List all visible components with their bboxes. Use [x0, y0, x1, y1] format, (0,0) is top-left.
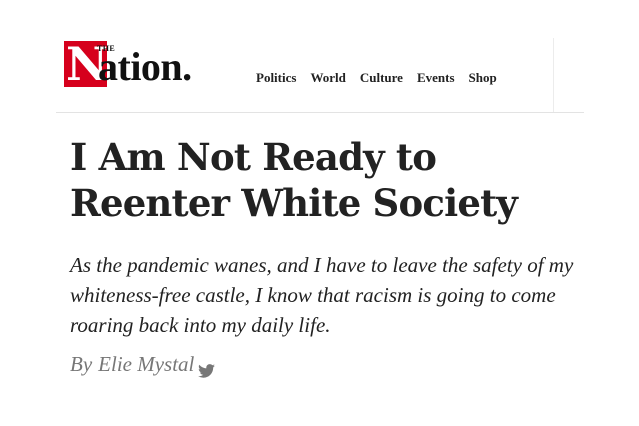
- byline-author[interactable]: Elie Mystal: [98, 350, 194, 378]
- logo-wordmark: ation.: [98, 44, 192, 89]
- nav-item-events[interactable]: Events: [417, 70, 455, 86]
- nav-item-world[interactable]: World: [310, 70, 345, 86]
- nav-item-culture[interactable]: Culture: [360, 70, 403, 86]
- byline-prefix: By: [70, 352, 93, 376]
- article-dek: As the pandemic wanes, and I have to lea…: [70, 253, 574, 337]
- article-title: I Am Not Ready to Reenter White Society: [70, 135, 518, 225]
- site-logo[interactable]: N THE ation.: [64, 37, 214, 91]
- article-byline: By Elie Mystal: [70, 350, 216, 378]
- main-nav: Politics World Culture Events Shop: [256, 70, 511, 86]
- header-divider: [553, 38, 554, 112]
- twitter-icon[interactable]: [198, 357, 216, 378]
- nav-item-politics[interactable]: Politics: [256, 70, 296, 86]
- nav-item-shop[interactable]: Shop: [469, 70, 497, 86]
